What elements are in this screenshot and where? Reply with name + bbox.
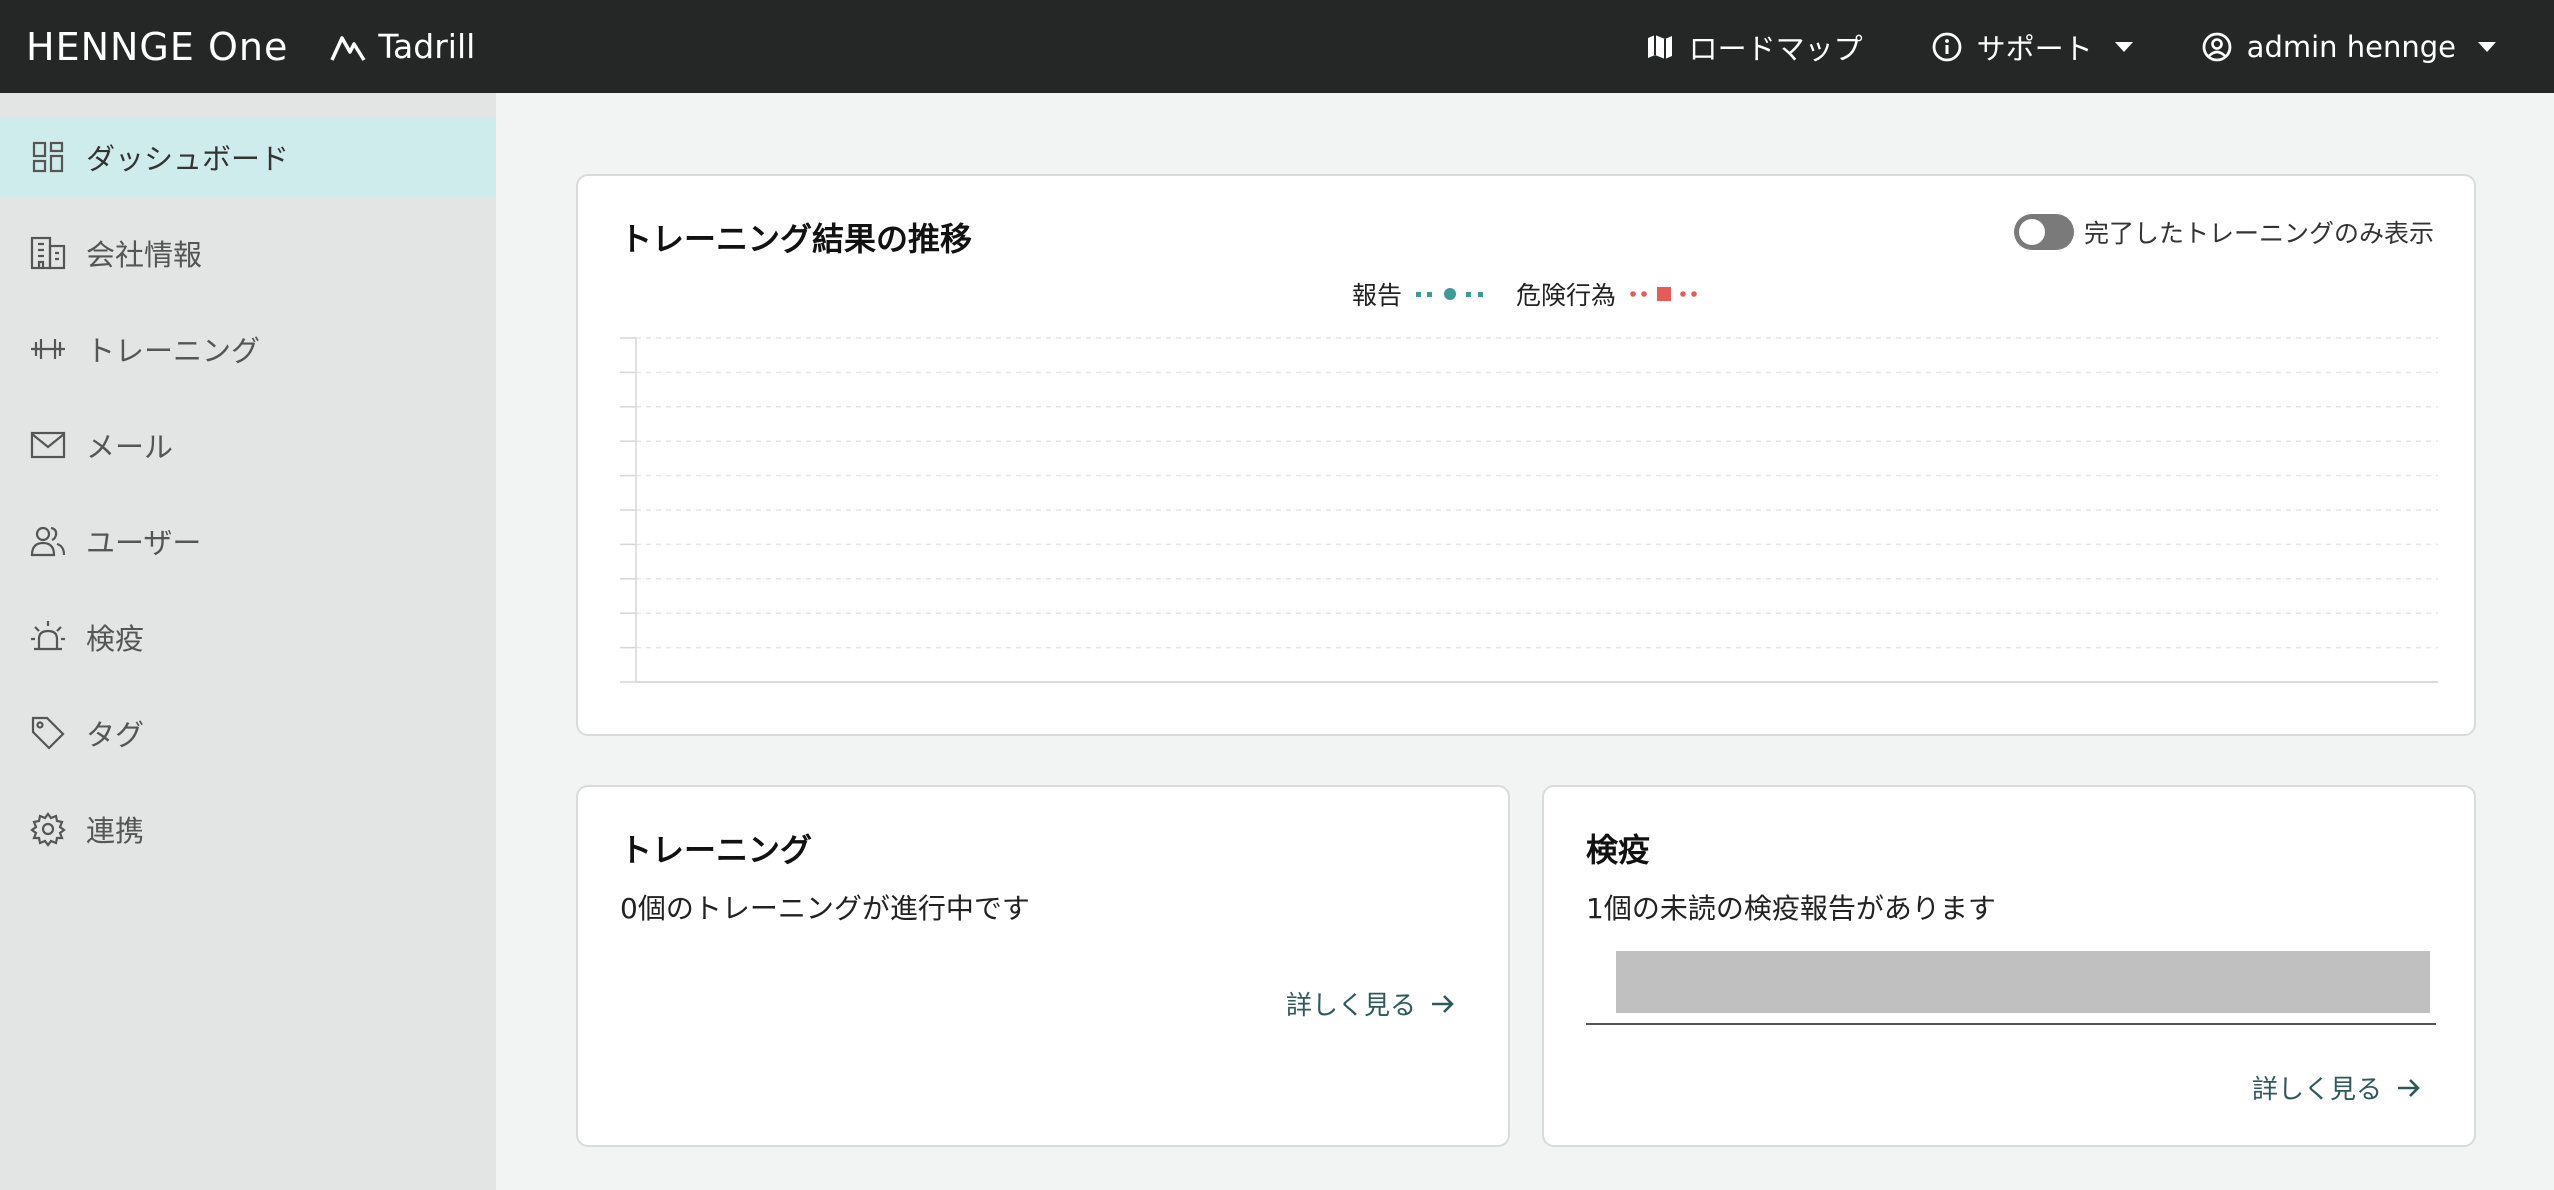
dumbbell-icon <box>28 329 68 369</box>
legend-marker-circle-icon <box>1416 288 1483 300</box>
training-more-link[interactable]: 詳しく見る <box>1286 985 1456 1022</box>
arrow-right-icon <box>2398 1078 2420 1097</box>
sidebar-item-training[interactable]: トレーニング <box>0 309 496 389</box>
sidebar-item-label: タグ <box>86 718 145 752</box>
chart-legend: 報告 危険行為 <box>578 276 2474 312</box>
training-status-text: 0個のトレーニングが進行中です <box>620 892 1030 925</box>
brand-logo[interactable]: HENNGE One <box>26 25 288 69</box>
top-nav: ロードマップ サポート admin hennge <box>1645 0 2554 93</box>
account-label: admin hennge <box>2246 29 2456 64</box>
dashboard-icon <box>28 137 68 177</box>
legend-label: 危険行為 <box>1516 281 1617 310</box>
sidebar-item-label: ダッシュボード <box>86 142 290 176</box>
product-label: Tadrill <box>378 27 476 66</box>
sidebar-item-label: ユーザー <box>86 526 202 560</box>
chevron-down-icon <box>2114 41 2133 52</box>
alarm-light-icon <box>28 617 68 657</box>
roadmap-label: ロードマップ <box>1688 31 1863 66</box>
top-bar: HENNGE One Tadrill ロードマップ サポート admin hen… <box>0 0 2554 93</box>
card-title: 検疫 <box>1586 831 1651 869</box>
roadmap-link[interactable]: ロードマップ <box>1645 26 1863 68</box>
sidebar-item-label: トレーニング <box>86 334 261 368</box>
divider <box>1586 1023 2436 1025</box>
info-icon <box>1932 32 1962 61</box>
completed-only-toggle-group: 完了したトレーニングのみ表示 <box>2013 214 2434 250</box>
sidebar-item-dashboard[interactable]: ダッシュボード <box>0 117 496 197</box>
sidebar-item-label: 連携 <box>86 814 145 848</box>
sidebar-item-mail[interactable]: メール <box>0 405 496 485</box>
sidebar-item-label: 検疫 <box>86 622 145 656</box>
chart-plot-area <box>620 337 2438 683</box>
gear-icon <box>28 809 68 849</box>
training-card: トレーニング 0個のトレーニングが進行中です 詳しく見る <box>576 785 1510 1147</box>
card-title: トレーニング結果の推移 <box>620 220 973 258</box>
toggle-knob <box>2018 219 2045 245</box>
sidebar-item-label: 会社情報 <box>86 238 203 272</box>
tadrill-logo-icon <box>330 35 366 61</box>
chart-grid <box>620 337 2438 683</box>
legend-label: 報告 <box>1351 281 1402 310</box>
arrow-right-icon <box>1432 994 1454 1013</box>
account-menu[interactable]: admin hennge <box>2201 30 2496 64</box>
card-title: トレーニング <box>620 831 813 869</box>
sidebar-item-company[interactable]: 会社情報 <box>0 213 496 293</box>
chevron-down-icon <box>2478 41 2496 52</box>
map-icon <box>1647 34 1672 59</box>
sidebar-item-tags[interactable]: タグ <box>0 693 496 773</box>
link-label: 詳しく見る <box>1285 991 1416 1021</box>
toggle-label: 完了したトレーニングのみ表示 <box>2083 219 2434 248</box>
tag-icon <box>28 713 68 753</box>
quarantine-more-link[interactable]: 詳しく見る <box>2252 1069 2422 1106</box>
completed-only-toggle[interactable] <box>2013 214 2074 250</box>
quarantine-status-text: 1個の未読の検疫報告があります <box>1586 892 1996 925</box>
mail-icon <box>28 425 68 465</box>
building-icon <box>28 233 68 273</box>
sidebar-item-quarantine[interactable]: 検疫 <box>0 597 496 677</box>
sidebar-item-integrations[interactable]: 連携 <box>0 789 496 869</box>
legend-entry-risky[interactable]: 危険行為 <box>1516 276 1700 312</box>
link-label: 詳しく見る <box>2251 1075 2382 1105</box>
sidebar-item-label: メール <box>86 430 174 464</box>
quarantine-card: 検疫 1個の未読の検疫報告があります 詳しく見る <box>1542 785 2476 1147</box>
product-name[interactable]: Tadrill <box>330 27 475 66</box>
sidebar: ダッシュボード 会社情報 トレーニング メール ユーザー 検疫 タグ 連携 <box>0 93 496 1190</box>
sidebar-item-users[interactable]: ユーザー <box>0 501 496 581</box>
support-label: サポート <box>1976 31 2093 66</box>
legend-marker-square-icon <box>1630 287 1697 301</box>
user-circle-icon <box>2202 32 2232 61</box>
legend-entry-report[interactable]: 報告 <box>1352 276 1486 312</box>
quarantine-report-placeholder[interactable] <box>1616 951 2430 1013</box>
support-menu[interactable]: サポート <box>1931 26 2133 68</box>
users-icon <box>28 521 68 561</box>
training-trend-card: トレーニング結果の推移 完了したトレーニングのみ表示 報告 危険行為 <box>576 174 2476 736</box>
